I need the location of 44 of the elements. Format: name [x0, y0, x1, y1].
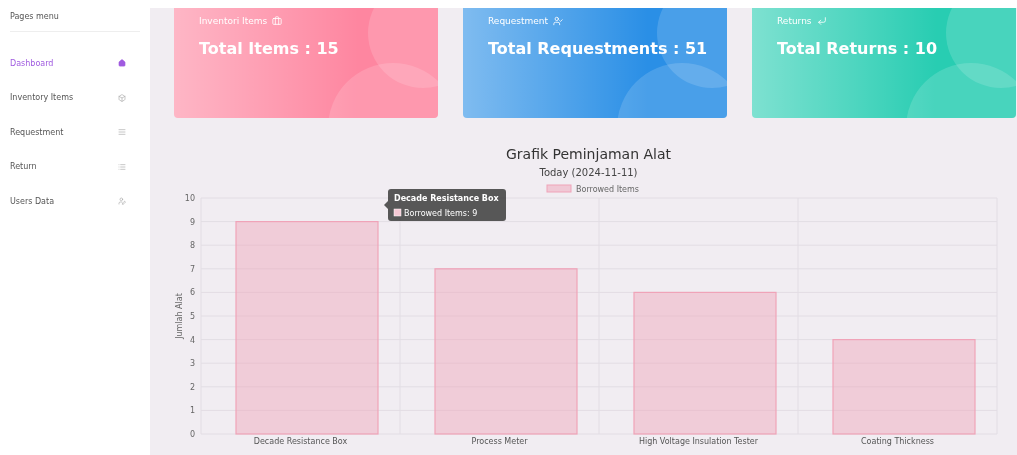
briefcase-icon	[272, 16, 283, 26]
y-tick-label: 5	[189, 312, 195, 321]
y-axis-title: Jumlah Alat	[174, 293, 184, 339]
card-label: Requestment	[488, 16, 549, 26]
y-tick-label: 6	[189, 288, 195, 298]
chart-title: Grafik Peminjaman Alat	[505, 146, 672, 162]
menu-icon	[118, 128, 126, 137]
x-tick-label: Coating Thickness	[860, 437, 934, 446]
list-icon	[118, 162, 126, 171]
home-icon	[118, 59, 126, 68]
bar[interactable]	[234, 221, 379, 435]
sidebar-item[interactable]: Requestment	[10, 115, 140, 150]
bar[interactable]	[433, 268, 578, 435]
x-tick-label: High Voltage Insulation Tester	[638, 437, 758, 446]
y-tick-label: 7	[189, 264, 195, 274]
y-tick-label: 8	[189, 241, 195, 251]
return-arrow-icon	[816, 16, 827, 26]
y-tick-label: 1	[189, 406, 195, 416]
sidebar-item[interactable]: Inventory Items	[10, 80, 140, 115]
card-label: Returns	[777, 16, 812, 26]
sidebar-item[interactable]: Dashboard	[10, 46, 140, 81]
y-tick-label: 3	[189, 359, 195, 369]
chart-legend[interactable]: Borrowed Items	[546, 184, 639, 194]
y-tick-label: 4	[189, 335, 195, 345]
sidebar-item[interactable]: Return	[10, 149, 140, 184]
chart-tooltip: Decade Resistance Box Borrowed Items: 9	[383, 189, 506, 221]
card-value: Total Returns : 10	[777, 39, 939, 58]
y-tick-label: 0	[189, 430, 195, 439]
bar[interactable]	[831, 339, 976, 435]
sidebar-heading: Pages menu	[10, 8, 140, 32]
bar[interactable]	[632, 291, 777, 435]
x-tick-label: Process Meter	[470, 437, 528, 446]
y-tick-label: 2	[189, 382, 195, 392]
user-icon	[118, 197, 126, 206]
user-check-icon	[553, 16, 564, 26]
card-value: Total Items : 15	[199, 39, 340, 58]
sidebar-item[interactable]: Users Data	[10, 184, 140, 219]
y-tick-label: 9	[189, 217, 195, 227]
box-icon	[118, 93, 126, 102]
x-tick-label: Decade Resistance Box	[253, 437, 347, 446]
card-label: Inventori Items	[199, 16, 268, 26]
y-tick-label: 10	[184, 194, 195, 203]
chart-subtitle: Today (2024-11-11)	[539, 167, 638, 178]
legend-label: Borrowed Items	[575, 185, 639, 194]
